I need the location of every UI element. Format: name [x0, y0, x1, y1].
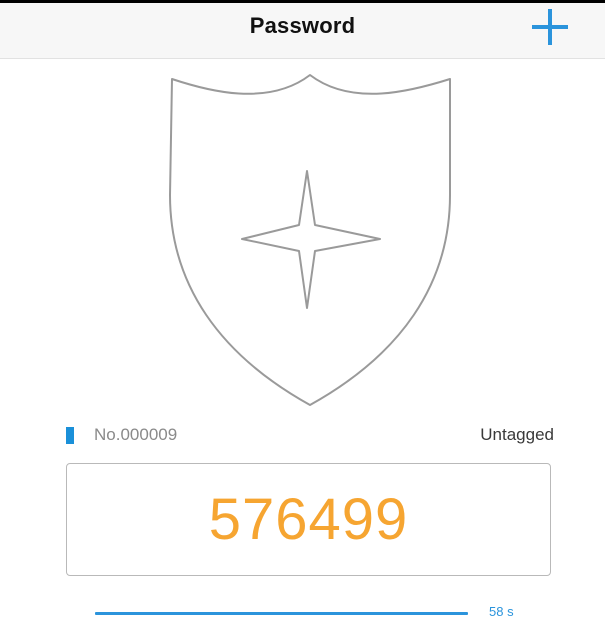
add-token-button[interactable] [528, 5, 572, 49]
token-tag-label[interactable]: Untagged [480, 425, 554, 445]
one-time-code[interactable]: 576499 [209, 486, 409, 553]
code-timer-progress [95, 612, 480, 615]
code-timer-countdown: 58 s [489, 604, 514, 619]
page-title: Password [249, 13, 356, 38]
navigation-bar: Password [0, 3, 605, 59]
one-time-code-box[interactable]: 576499 [66, 463, 551, 576]
code-timer-progress-fill [95, 612, 469, 615]
token-info-row: No.000009 Untagged [66, 425, 554, 447]
plus-icon [532, 9, 568, 45]
tag-color-marker [66, 427, 74, 444]
shield-star-icon [169, 74, 451, 406]
token-serial-number: No.000009 [94, 425, 178, 444]
